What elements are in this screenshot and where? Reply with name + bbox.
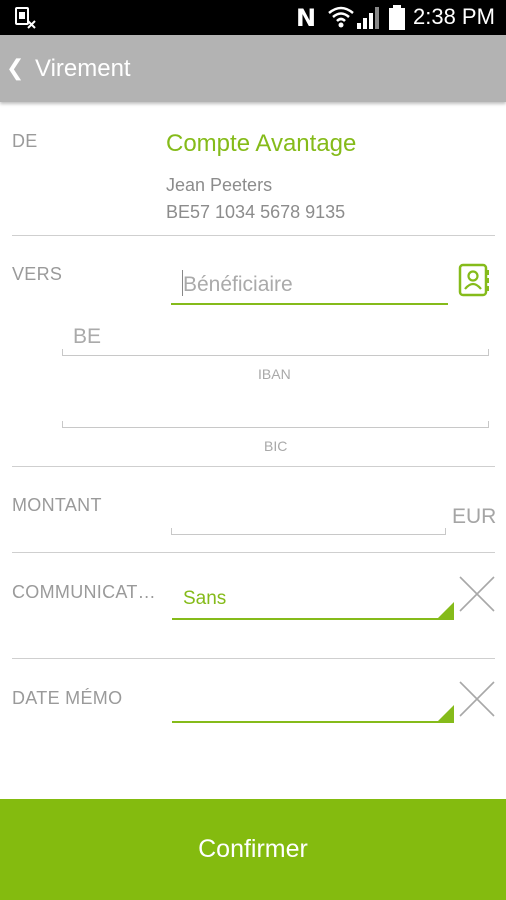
communication-label: COMMUNICAT…: [12, 582, 156, 602]
divider: [12, 466, 495, 467]
from-account-holder: Jean Peeters: [166, 175, 273, 195]
to-label: VERS: [12, 264, 63, 284]
contacts-book-icon[interactable]: [458, 263, 490, 297]
divider: [12, 658, 495, 659]
bic-field[interactable]: [62, 392, 489, 428]
status-bar: N 2:38 PM: [0, 0, 506, 35]
bic-label: BIC: [264, 438, 288, 454]
signal-icon: [356, 6, 382, 35]
amount-label: MONTANT: [12, 495, 102, 515]
status-time: 2:38 PM: [413, 4, 495, 29]
beneficiary-input[interactable]: [183, 270, 443, 300]
iban-label: IBAN: [258, 366, 291, 382]
dropdown-corner-icon: [438, 705, 454, 721]
amount-field[interactable]: [171, 500, 446, 535]
memo-date-picker[interactable]: [172, 683, 454, 723]
wifi-icon: [328, 5, 354, 34]
divider: [12, 552, 495, 553]
back-icon[interactable]: ❮: [6, 55, 24, 81]
confirm-button[interactable]: Confirmer: [0, 799, 506, 900]
iban-country-prefix: BE: [73, 325, 102, 348]
communication-value: Sans: [183, 588, 227, 609]
iban-input[interactable]: [102, 324, 482, 352]
app-bar: ❮ Virement: [0, 35, 506, 102]
beneficiary-field[interactable]: [171, 268, 448, 305]
page-title: Virement: [35, 55, 131, 82]
memo-date-label: DATE MÉMO: [12, 688, 123, 708]
from-label: DE: [12, 131, 38, 151]
nfc-icon: N: [296, 4, 317, 32]
clear-memo-date-close-icon[interactable]: [459, 681, 495, 717]
divider: [12, 235, 495, 236]
currency-label: EUR: [452, 505, 497, 528]
from-account-iban: BE57 1034 5678 9135: [166, 202, 346, 222]
dropdown-corner-icon: [438, 602, 454, 618]
from-account-name[interactable]: Compte Avantage: [166, 130, 356, 158]
iban-field[interactable]: BE: [62, 320, 489, 356]
battery-icon: [388, 5, 406, 36]
sim-card-off-icon: [14, 6, 38, 35]
bic-input[interactable]: [72, 396, 472, 424]
clear-communication-close-icon[interactable]: [459, 576, 495, 612]
amount-input[interactable]: [179, 504, 434, 532]
communication-dropdown[interactable]: Sans: [172, 580, 454, 620]
